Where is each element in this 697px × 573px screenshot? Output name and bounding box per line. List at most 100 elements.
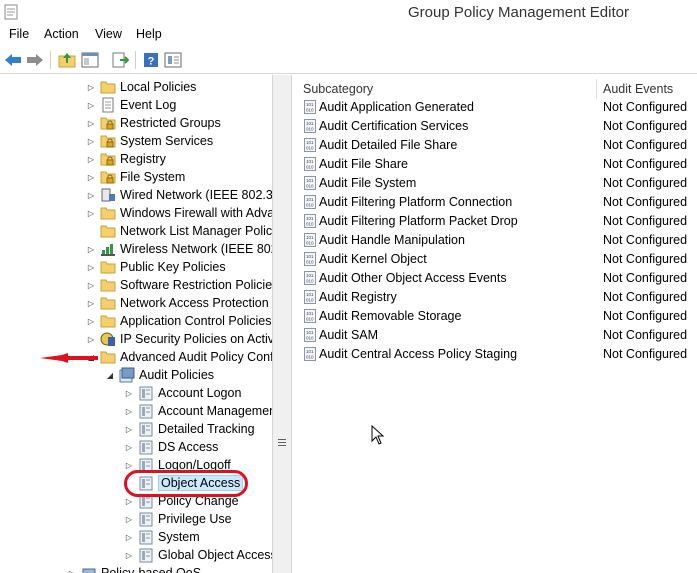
list-item[interactable]: 101 010 Audit File System Not Configured (296, 173, 697, 192)
tree-item[interactable]: ▷ Wireless Network (IEEE 802.11 (86, 240, 272, 258)
list-item[interactable]: 101 010 Audit Filtering Platform Connectio… (296, 192, 697, 211)
list-item[interactable]: 101 010 Audit Kernel Object Not Configured (296, 249, 697, 268)
expand-arrow-icon[interactable]: ▷ (124, 442, 134, 452)
subcategory-name: Audit Certification Services (319, 118, 469, 133)
expand-arrow-icon[interactable]: ▷ (86, 82, 96, 92)
tree-item[interactable]: ▷ Software Restriction Policies (86, 276, 272, 294)
expand-arrow-icon[interactable]: ▷ (86, 244, 96, 254)
tree-item[interactable]: Network List Manager Policie (86, 222, 272, 240)
tree-item[interactable]: ▷ Application Control Policies (86, 312, 272, 330)
forward-button[interactable] (25, 50, 45, 70)
collapse-arrow-icon[interactable]: ◢ (105, 370, 115, 380)
expand-arrow-icon[interactable]: ▷ (86, 100, 96, 110)
list-item[interactable]: 101 010 Audit Application Generated Not Con… (296, 97, 697, 116)
subcategory-name: Audit File System (319, 175, 417, 190)
list-item[interactable]: 101 010 Audit Filtering Platform Packet Dr… (296, 211, 697, 230)
svg-text:101: 101 (306, 235, 314, 240)
expand-arrow-icon[interactable]: ▷ (124, 532, 134, 542)
expand-arrow-icon[interactable]: ▷ (86, 154, 96, 164)
expand-arrow-icon[interactable]: ▷ (86, 262, 96, 272)
expand-arrow-icon[interactable]: ▷ (124, 406, 134, 416)
menu-view[interactable]: View (95, 27, 122, 41)
svg-text:101: 101 (306, 197, 314, 202)
tree-item-label: Account Management (158, 404, 273, 418)
tree-item[interactable]: ▷ Privilege Use (124, 510, 232, 528)
expand-arrow-icon[interactable]: ▷ (86, 136, 96, 146)
tree-item-label: File System (120, 170, 186, 184)
expand-arrow-icon[interactable]: ▷ (124, 514, 134, 524)
tree-scrollbar[interactable] (273, 75, 292, 573)
list-item[interactable]: 101 010 Audit Detailed File Share Not Confi… (296, 135, 697, 154)
tree-item[interactable]: ▷ Windows Firewall with Advan (86, 204, 272, 222)
tree-item[interactable]: ▷ Global Object Access (124, 546, 273, 564)
tree-item-label: Event Log (120, 98, 177, 112)
expand-arrow-icon[interactable]: ▷ (124, 496, 134, 506)
expand-arrow-icon[interactable]: ▷ (86, 334, 96, 344)
tree-item[interactable]: ▷ Public Key Policies (86, 258, 226, 276)
column-subcategory[interactable]: Subcategory (303, 79, 373, 99)
event-log-icon (100, 97, 116, 113)
list-item[interactable]: 101 010 Audit Certification Services Not Co… (296, 116, 697, 135)
tree-item[interactable]: ▷ Detailed Tracking (124, 420, 255, 438)
back-button[interactable] (3, 50, 23, 70)
up-folder-button[interactable] (57, 50, 77, 70)
svg-text:010: 010 (306, 221, 314, 226)
tree-item[interactable]: ▷ Local Policies (86, 78, 197, 96)
tree-item[interactable]: ▷ Restricted Groups (86, 114, 221, 132)
list-item[interactable]: 101 010 Audit Central Access Policy Stagin… (296, 344, 697, 363)
column-divider[interactable] (596, 79, 597, 99)
scroll-grip[interactable] (278, 439, 286, 447)
show-hide-tree-button[interactable] (80, 50, 100, 70)
list-item[interactable]: 101 010 Audit Registry Not Configured (296, 287, 697, 306)
tree-item[interactable]: ▷ Account Management (124, 402, 273, 420)
expand-arrow-icon[interactable]: ▷ (124, 550, 134, 560)
expand-arrow-icon[interactable]: ▷ (86, 172, 96, 182)
console-tree[interactable]: ▷ Local Policies ▷ Event Log ▷ Restricted Gro… (0, 75, 273, 573)
svg-text:010: 010 (306, 278, 314, 283)
expand-arrow-icon[interactable]: ▷ (86, 316, 96, 326)
help-button[interactable]: ? (141, 50, 161, 70)
expand-arrow-icon[interactable]: ▷ (86, 208, 96, 218)
subcategory-name: Audit Application Generated (319, 99, 474, 114)
properties-button[interactable] (163, 50, 183, 70)
expand-arrow-icon[interactable]: ▷ (86, 298, 96, 308)
tree-item[interactable]: ▷ System Services (86, 132, 213, 150)
tree-item[interactable]: ◢Advanced Audit Policy Confi (86, 348, 272, 366)
menu-help[interactable]: Help (136, 27, 162, 41)
expand-arrow-icon[interactable]: ▷ (86, 118, 96, 128)
export-list-icon (112, 52, 129, 68)
list-item[interactable]: 101 010 Audit Removable Storage Not Configu… (296, 306, 697, 325)
tree-item[interactable]: ▷ File System (86, 168, 185, 186)
audit-events-value: Not Configured (603, 99, 688, 114)
audit-events-value: Not Configured (603, 346, 688, 361)
expand-arrow-icon[interactable]: ▷ (86, 280, 96, 290)
ipsec-icon (100, 331, 116, 347)
expand-arrow-icon[interactable]: ▷ (124, 424, 134, 434)
column-audit-events[interactable]: Audit Events (603, 79, 673, 99)
audit-icon (138, 385, 154, 401)
tree-item-label: Global Object Access (158, 548, 273, 562)
expand-arrow-icon[interactable]: ▷ (86, 190, 96, 200)
tree-item[interactable]: ▷ Account Logon (124, 384, 241, 402)
export-list-button[interactable] (110, 50, 130, 70)
tree-item[interactable]: ▷ Event Log (86, 96, 176, 114)
expand-arrow-icon[interactable]: ▷ (67, 568, 77, 573)
tree-item[interactable]: ▷ DS Access (124, 438, 218, 456)
tree-item[interactable]: ▷ Registry (86, 150, 166, 168)
tree-item[interactable]: ▷ Wired Network (IEEE 802.3) P (86, 186, 272, 204)
tree-item[interactable]: ▷ IP Security Policies on Active (86, 330, 272, 348)
tree-item[interactable]: ◢ Audit Policies (105, 366, 214, 384)
audit-setting-icon: 101010 (304, 194, 316, 209)
menu-file[interactable]: File (9, 27, 29, 41)
menu-action[interactable]: Action (44, 27, 79, 41)
list-item[interactable]: 101 010 Audit Handle Manipulation Not Confi… (296, 230, 697, 249)
expand-arrow-icon[interactable]: ▷ (124, 460, 134, 470)
list-item[interactable]: 101 010 Audit File Share Not Configured (296, 154, 697, 173)
list-item[interactable]: 101 010 Audit Other Object Access Events No… (296, 268, 697, 287)
tree-item[interactable]: ▷ System (124, 528, 200, 546)
tree-item[interactable]: ▷ Network Access Protection (86, 294, 269, 312)
expand-arrow-icon[interactable]: ▷ (124, 388, 134, 398)
tree-item[interactable]: ▷ Policy-based QoS (67, 564, 201, 573)
svg-text:101: 101 (306, 140, 314, 145)
list-item[interactable]: 101 010 Audit SAM Not Configured (296, 325, 697, 344)
